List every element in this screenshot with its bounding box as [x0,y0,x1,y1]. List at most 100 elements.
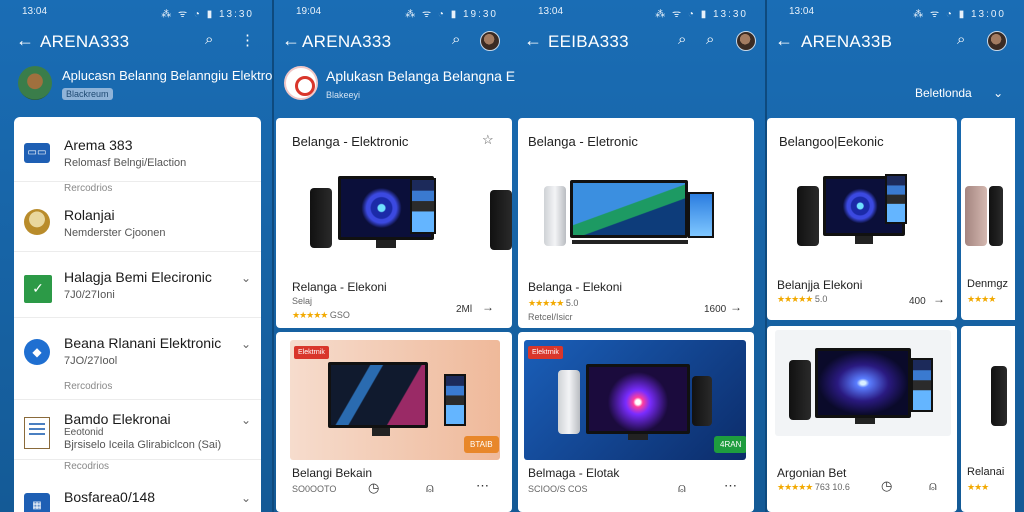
rating-text: 763 10.6 [814,482,850,492]
product-name: Argonian Bet [777,466,847,480]
card-title: Belanga - Eletronic [528,134,638,149]
rating-text: 5.0 [565,298,579,308]
chevron-down-icon[interactable]: ⌄ [241,271,251,285]
back-arrow-icon[interactable]: ← [524,30,542,51]
promo-card[interactable]: Elektrnik 4RAN Belmaga - Elotak SCIOO/S … [518,332,754,512]
status-icons: ⁂ ᯤ ◔ ▮ 13:00 [913,9,1006,20]
product-rating: ★★★★★ 763 10.6 [777,482,850,493]
list-item[interactable]: ✓ Halagja Bemi Elecironic 7J0/27Ioni ⌄ [14,265,261,305]
monitor-image [570,180,688,238]
tablet-image [444,374,466,426]
phone-image [797,186,819,246]
product-rating: ★★★★★ 5.0 [777,294,827,305]
search-icon[interactable]: ⌕ [205,31,213,48]
search-icon[interactable]: ⌕ [452,31,460,48]
product-price: 400 [909,296,926,307]
list-item-title: Bamdo Elekronai [64,411,171,427]
list-item[interactable]: Bamdo Elekronai Eeotonid Bjrsiselo Iceil… [14,407,261,463]
back-arrow-icon[interactable]: ← [775,30,793,51]
status-bar: 19:04 ⁂ ᯤ ◔ ▮ 19:30 [274,4,516,20]
status-time: 13:04 [789,6,815,17]
product-card[interactable]: Belanga - Eletronic Belanga - Elekoni ★★… [518,118,754,328]
list-item-subtitle: Bjrsiselo Iceila Glirabiclcon (Sai) [64,439,222,451]
list-item-subtitle: Nemderster Cjoonen [64,227,166,239]
more-vert-icon[interactable]: ⋮ [240,31,255,49]
search-icon[interactable]: ⌕ [957,31,965,48]
list-item-subtitle: 7JO/27Iool [64,355,118,367]
product-card-partial[interactable]: Denmgz ★★★★ [961,118,1015,320]
promo-banner[interactable]: Elektrnik BTAIB [290,340,500,460]
more-horiz-icon[interactable]: ⋯ [476,478,489,494]
rating-stars: ★★★★★ [528,298,564,308]
product-price: 1600 [704,304,727,315]
check-icon: ✓ [24,275,52,303]
phone-image [490,190,512,250]
product-card[interactable]: Argonian Bet ★★★★★ 763 10.6 ◷ ⍝ [767,326,957,512]
back-arrow-icon[interactable]: ← [282,30,300,51]
filter-dropdown[interactable]: Beletlonda ⌄ [915,86,1003,100]
chevron-down-icon[interactable]: ⌄ [241,337,251,351]
avatar-icon [24,209,50,235]
monitor-stand [572,240,688,244]
tablet-image [688,192,714,238]
chevron-down-icon[interactable]: ⌄ [241,413,251,427]
monitor-stand [376,240,396,248]
more-horiz-icon[interactable]: ⋯ [724,478,737,494]
avatar[interactable] [736,31,756,51]
promo-card[interactable]: Elektrnik BTAIB Belangi Bekain SO0OOTO ◷… [276,332,512,512]
arrow-right-icon[interactable]: → [482,300,494,314]
phone-image [544,186,566,246]
app-bar: ← ARENA33B ⌕ [767,28,1024,56]
list-item[interactable]: ▭▭ Arema 383 Relomasf Belngi/Elaction [14,133,261,183]
shield-icon: ◆ [24,339,50,365]
product-name: Belanjja Elekoni [777,278,863,292]
divider [14,181,261,182]
rating-text: 5.0 [814,294,828,304]
product-card[interactable]: Belangoo|Eekonic Belanjja Elekoni ★★★★★ … [767,118,957,320]
bell-icon[interactable]: ⍝ [426,480,434,496]
store-subtitle: Blakeeyi [326,90,361,100]
section-label: Rercodrios [64,183,113,194]
product-name: Belmaga - Elotak [528,466,620,480]
status-icons: ⁂ ᯤ ◔ ▮ 13:30 [161,9,254,20]
product-card-partial[interactable]: Relanai ★★★ [961,326,1015,512]
app-title: ARENA333 [302,32,392,51]
promo-badge: Elektrnik [294,346,329,359]
status-time: 13:04 [538,6,564,17]
status-bar: 13:04 ⁂ ᯤ ◔ ▮ 13:00 [767,4,1024,20]
status-time: 19:04 [296,6,322,17]
phone-image [991,366,1007,426]
avatar[interactable] [480,31,500,51]
store-header: Aplucasn Belanng Belanngiu Elektronik Bl… [0,64,272,104]
list-item-title: Arema 383 [64,137,133,153]
promo-banner[interactable]: Elektrnik 4RAN [524,340,746,460]
clock-icon[interactable]: ◷ [368,480,379,496]
search-icon[interactable]: ⌕ [706,31,714,48]
list-item[interactable]: ◆ Beana Rlanani Elektronic 7JO/27Iool ⌄ [14,331,261,371]
screen-2: 19:04 ⁂ ᯤ ◔ ▮ 19:30 ← ARENA333 ⌕ Aplukas… [274,0,516,512]
status-time: 13:04 [22,6,48,17]
list-item[interactable]: Rolanjai Nemderster Cjoonen [14,203,261,243]
clock-icon[interactable]: ◷ [881,478,892,494]
product-rating: ★★★ [967,482,989,493]
phone-image [965,186,987,246]
product-card[interactable]: Belanga - Elektronic ☆ Relanga - Elekoni… [276,118,512,328]
divider [14,251,261,252]
bell-icon[interactable]: ⍝ [678,480,686,496]
phone-image [789,360,811,420]
rating-stars: ★★★★★ [292,310,328,320]
list-item[interactable]: ▦ Bosfarea0/148 ⌄ [14,483,261,512]
avatar[interactable] [987,31,1007,51]
back-arrow-icon[interactable]: ← [16,30,34,51]
arrow-right-icon[interactable]: → [933,292,945,306]
promo-banner[interactable] [775,330,951,436]
chevron-down-icon[interactable]: ⌄ [241,491,251,505]
favorite-star-icon[interactable]: ☆ [482,132,494,148]
status-icons: ⁂ ᯤ ◔ ▮ 13:30 [655,9,748,20]
arrow-right-icon[interactable]: → [730,300,742,314]
bell-icon[interactable]: ⍝ [929,478,937,494]
search-icon[interactable]: ⌕ [678,31,686,48]
store-header: Aplukasn Belanga Belangna Elektronicn Te… [274,64,516,104]
product-rating: ★★★★ [967,294,996,305]
monitor-stand [855,418,875,424]
